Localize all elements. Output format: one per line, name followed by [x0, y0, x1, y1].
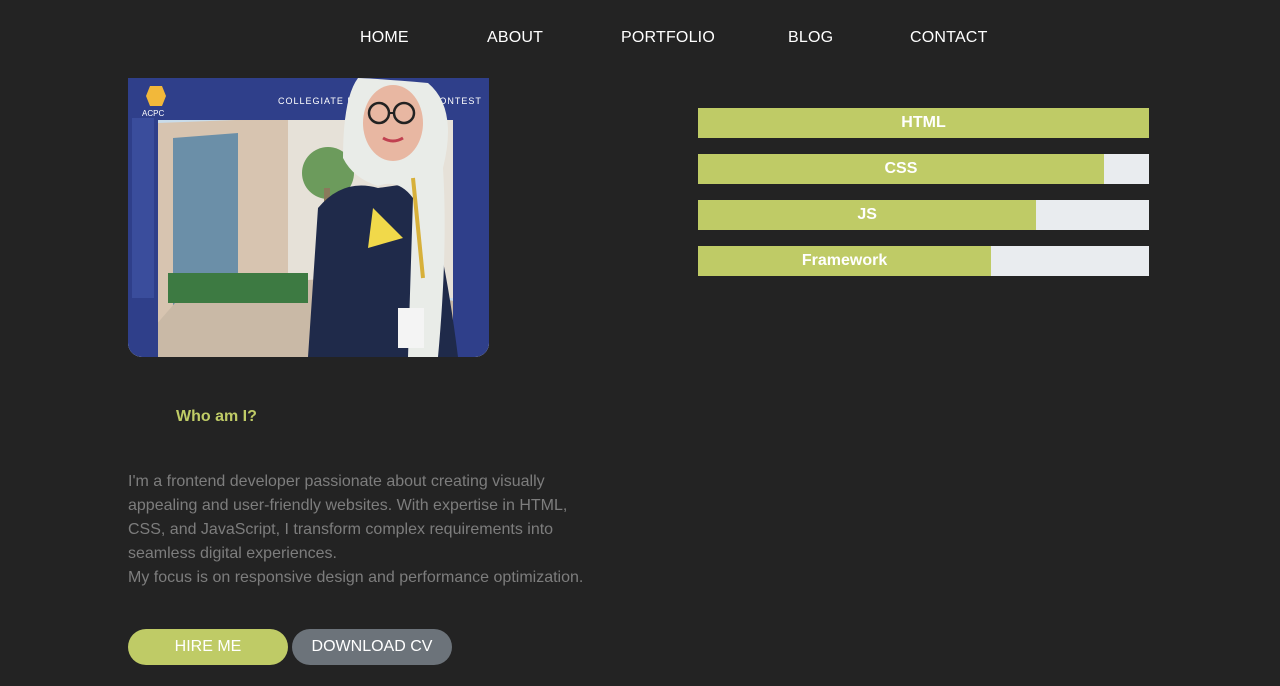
skill-bar-html: HTML — [698, 108, 1149, 138]
download-cv-button[interactable]: DOWNLOAD CV — [292, 629, 452, 665]
skill-bar-fill: CSS — [698, 154, 1104, 184]
skill-bar-fill: JS — [698, 200, 1037, 230]
skill-bar-framework: Framework — [698, 246, 1149, 276]
about-text: I'm a frontend developer passionate abou… — [128, 470, 588, 590]
skill-bar-fill: Framework — [698, 246, 992, 276]
skill-label: JS — [857, 206, 877, 223]
skill-label: Framework — [801, 252, 888, 269]
nav-blog-link[interactable]: BLOG — [788, 29, 833, 47]
hire-me-button[interactable]: HIRE ME — [128, 629, 288, 665]
skill-bar-fill: HTML — [698, 108, 1149, 138]
profile-photo: COLLEGIATE PROGRAMMING CONTEST ACPC — [128, 78, 489, 357]
skills-list: HTML CSS JS Framework — [698, 108, 1149, 292]
nav-home-link[interactable]: HOME — [360, 29, 409, 47]
about-paragraph: I'm a frontend developer passionate abou… — [128, 473, 568, 562]
about-paragraph: My focus is on responsive design and per… — [128, 569, 584, 586]
about-heading: Who am I? — [176, 408, 257, 425]
nav-contact-link[interactable]: CONTACT — [910, 29, 988, 47]
skill-label: CSS — [884, 160, 918, 177]
skill-label: HTML — [901, 114, 946, 131]
page: HOME ABOUT PORTFOLIO BLOG CONTACT COLLEG — [0, 0, 1280, 686]
banner-logo-text: ACPC — [142, 109, 164, 118]
main-nav: HOME ABOUT PORTFOLIO BLOG CONTACT — [0, 0, 1280, 78]
nav-portfolio-link[interactable]: PORTFOLIO — [621, 29, 715, 47]
nav-about-link[interactable]: ABOUT — [487, 29, 543, 47]
skill-bar-js: JS — [698, 200, 1149, 230]
skill-bar-css: CSS — [698, 154, 1149, 184]
